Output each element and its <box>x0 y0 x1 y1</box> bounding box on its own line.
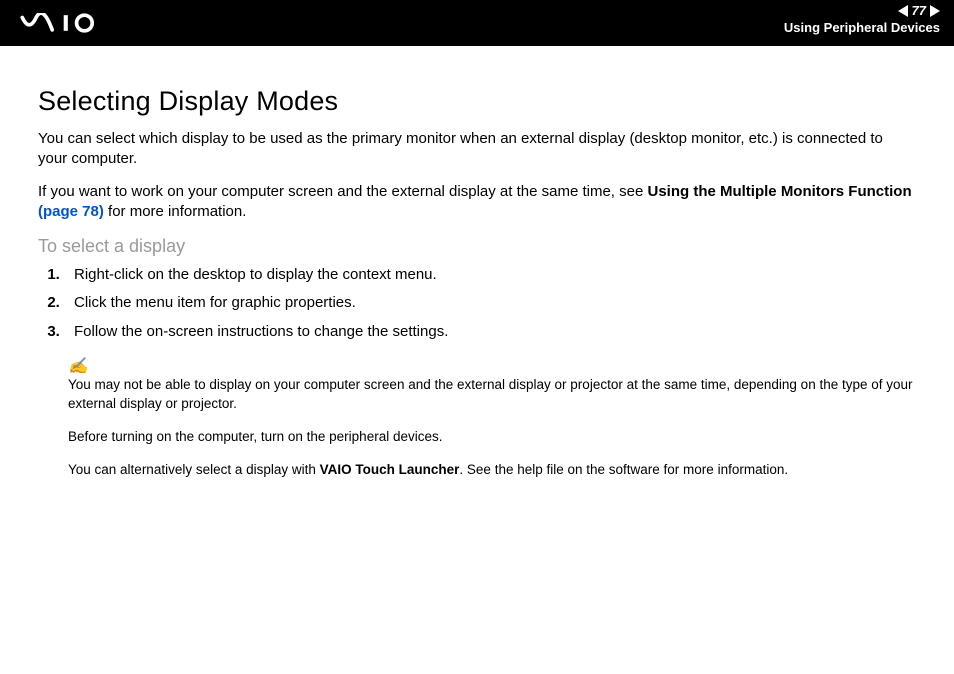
intro-paragraph-2: If you want to work on your computer scr… <box>38 182 916 223</box>
page-number: 77 <box>912 4 926 17</box>
page-title: Selecting Display Modes <box>38 86 916 117</box>
note-icon: ✍ <box>68 356 916 378</box>
intro-paragraph-1: You can select which display to be used … <box>38 129 916 170</box>
vaio-logo <box>20 13 112 33</box>
page-78-link[interactable]: (page 78) <box>38 203 104 220</box>
note-3: You can alternatively select a display w… <box>68 461 916 480</box>
note-2: Before turning on the computer, turn on … <box>68 428 916 447</box>
subheading: To select a display <box>38 236 916 257</box>
page-nav: 77 <box>784 4 940 17</box>
header-bar: 77 Using Peripheral Devices <box>0 0 954 46</box>
next-page-icon[interactable] <box>930 5 940 17</box>
note-block: ✍ You may not be able to display on your… <box>68 356 916 480</box>
step-1: Right-click on the desktop to display th… <box>64 265 916 285</box>
steps-list: Right-click on the desktop to display th… <box>38 265 916 342</box>
page-content: Selecting Display Modes You can select w… <box>0 46 954 480</box>
note-1: You may not be able to display on your c… <box>68 376 916 414</box>
prev-page-icon[interactable] <box>898 5 908 17</box>
section-name: Using Peripheral Devices <box>784 21 940 34</box>
step-3: Follow the on-screen instructions to cha… <box>64 322 916 342</box>
step-2: Click the menu item for graphic properti… <box>64 293 916 313</box>
